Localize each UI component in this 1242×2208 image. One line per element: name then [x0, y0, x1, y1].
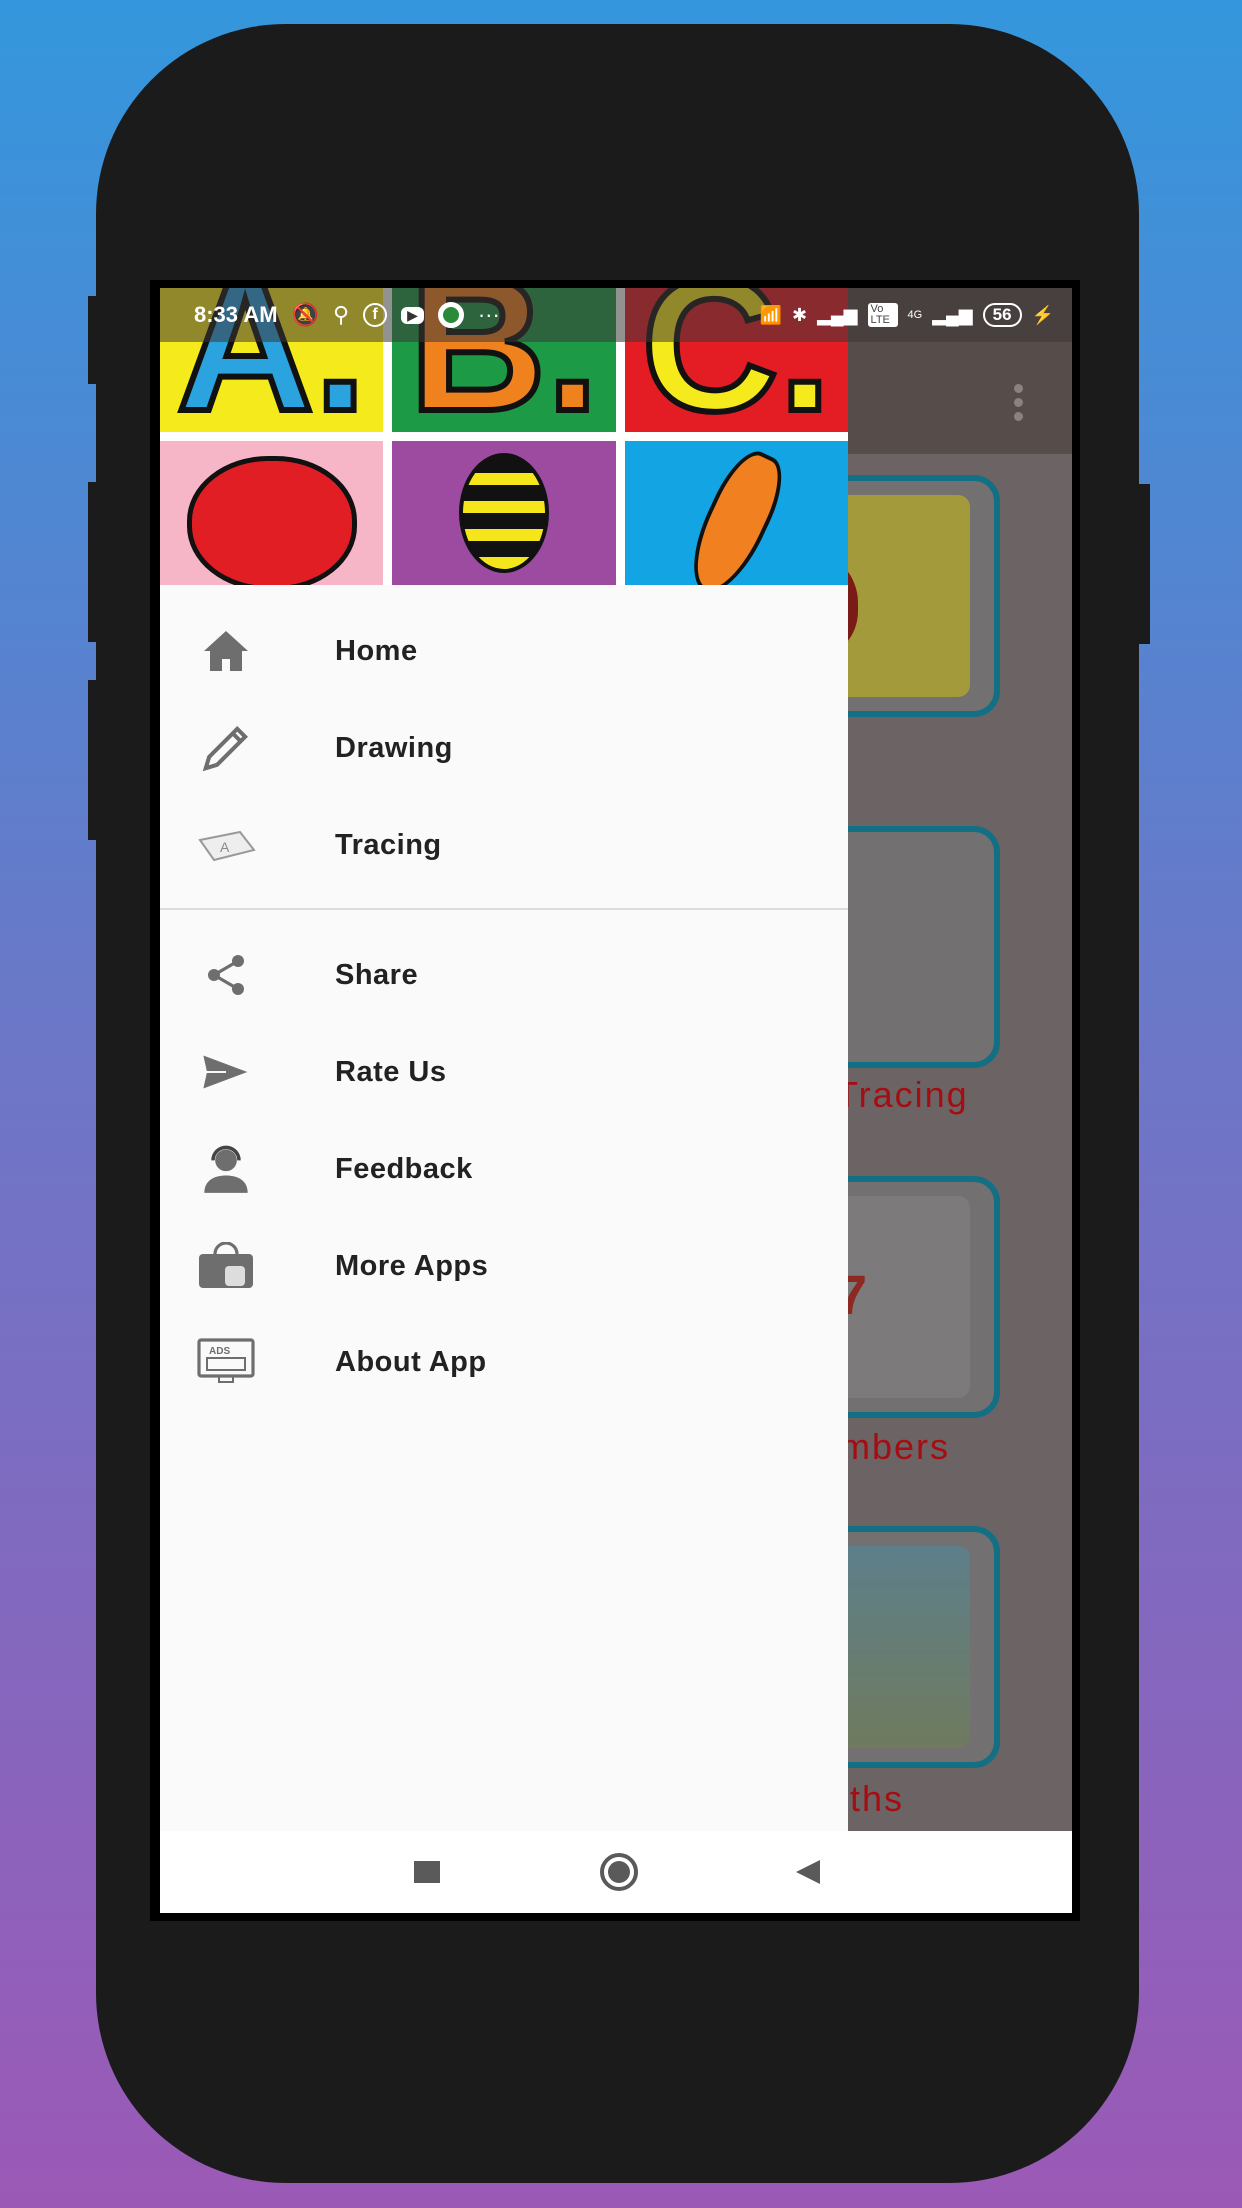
notification-icon: ⚲	[332, 302, 350, 327]
battery-indicator: 56	[982, 303, 1022, 327]
pencil-icon	[196, 718, 256, 778]
bluetooth-icon: ✱	[791, 304, 808, 325]
svg-text:A: A	[220, 839, 230, 855]
phone-power-button	[1136, 484, 1150, 644]
signal-icon: ▂▄▆	[817, 304, 858, 325]
svg-text:ADS: ADS	[209, 1346, 230, 1357]
mute-icon: 🔕	[291, 302, 319, 327]
status-time: 8:33 AM	[194, 302, 278, 327]
facebook-icon: f	[363, 303, 388, 327]
youtube-icon: ▶	[401, 306, 424, 324]
drawer-item-rate-us[interactable]: Rate Us	[160, 1024, 848, 1120]
share-icon	[196, 945, 256, 1005]
more-dots-icon: ···	[477, 302, 500, 327]
status-bar: 8:33 AM 🔕 ⚲ f ▶ ··· 📶 ✱ ▂▄▆ Vo LTE 4G ▂▄…	[160, 288, 1072, 342]
drawer-item-home[interactable]: Home	[160, 603, 848, 699]
drawer-item-label: Rate Us	[335, 1055, 447, 1088]
bee-tile	[392, 441, 616, 585]
apple-tile	[160, 441, 384, 585]
card-label: ths	[850, 1778, 905, 1819]
support-agent-icon	[196, 1139, 256, 1199]
android-store-icon	[196, 1236, 256, 1296]
drawer-divider	[160, 908, 848, 910]
back-button[interactable]	[796, 1860, 820, 1884]
phone-side-button	[88, 296, 100, 384]
carrot-tile	[624, 441, 848, 585]
drawer-item-tracing[interactable]: A Tracing	[160, 797, 848, 893]
drawer-item-feedback[interactable]: Feedback	[160, 1121, 848, 1217]
signal-icon-2: ▂▄▆	[932, 304, 973, 325]
tracing-icon: A	[196, 815, 256, 875]
send-icon	[196, 1042, 256, 1102]
phone-volume-up	[88, 482, 100, 642]
phone-volume-down	[88, 680, 100, 840]
card-label: mbers	[840, 1426, 951, 1467]
drawer-item-label: Feedback	[335, 1152, 473, 1185]
drawer-item-more-apps[interactable]: More Apps	[160, 1218, 848, 1314]
screen: ple r Case Tracing 3 6 7 10 mbers 2 ths …	[160, 288, 1072, 1913]
volte-icon: Vo LTE	[867, 303, 898, 327]
home-icon	[196, 621, 256, 681]
charging-icon: ⚡	[1031, 304, 1054, 325]
drawer-item-label: Tracing	[335, 828, 442, 861]
drawer-item-about-app[interactable]: ADS About App	[160, 1314, 848, 1410]
ads-monitor-icon: ADS	[196, 1332, 256, 1392]
recents-button[interactable]	[414, 1861, 440, 1883]
drawer-item-label: Share	[335, 958, 419, 991]
network-type: 4G	[907, 309, 923, 321]
drawer-item-label: More Apps	[335, 1249, 489, 1282]
wifi-icon: 📶	[759, 304, 782, 325]
home-button[interactable]	[600, 1853, 638, 1891]
drawer-item-drawing[interactable]: Drawing	[160, 700, 848, 796]
navigation-drawer: A. B. C. Home Drawing A Tracing Share Ra…	[160, 288, 848, 1831]
drawer-item-label: Home	[335, 634, 418, 667]
overflow-menu-icon[interactable]	[1014, 384, 1024, 421]
system-nav-bar	[160, 1831, 1072, 1913]
card-label: Tracing	[836, 1074, 969, 1115]
drawer-item-label: Drawing	[335, 731, 453, 764]
drawer-item-label: About App	[335, 1345, 487, 1378]
app-icon	[437, 302, 464, 328]
drawer-item-share[interactable]: Share	[160, 927, 848, 1023]
